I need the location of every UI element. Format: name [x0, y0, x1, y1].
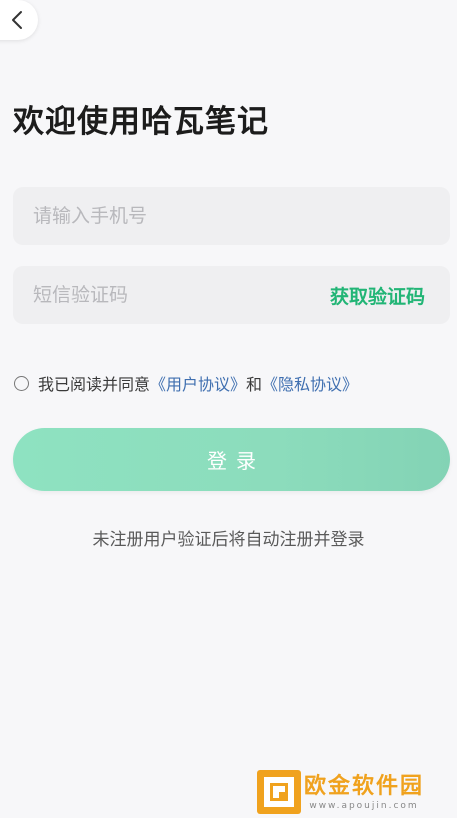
get-code-button[interactable]: 获取验证码 — [330, 282, 425, 309]
page-title: 欢迎使用哈瓦笔记 — [13, 104, 269, 140]
register-note: 未注册用户验证后将自动注册并登录 — [92, 530, 365, 550]
watermark-logo-icon — [257, 770, 301, 814]
privacy-policy-link[interactable]: 《隐私协议》 — [262, 371, 358, 395]
sms-code-field[interactable]: 获取验证码 — [13, 266, 450, 324]
back-button[interactable] — [0, 0, 38, 40]
sms-code-input[interactable] — [33, 284, 330, 306]
watermark: 欧金软件园 www.apoujin.com — [257, 770, 453, 814]
watermark-site: www.apoujin.com — [309, 800, 419, 811]
login-button[interactable]: 登录 — [13, 428, 450, 491]
agreement-row: 我已阅读并同意 《用户协议》 和 《隐私协议》 — [14, 372, 358, 394]
agreement-prefix: 我已阅读并同意 — [38, 375, 151, 394]
phone-input[interactable] — [33, 205, 430, 227]
watermark-name: 欧金软件园 — [304, 773, 425, 799]
agreement-radio[interactable] — [14, 375, 29, 391]
user-agreement-link[interactable]: 《用户协议》 — [150, 371, 246, 395]
chevron-left-icon — [10, 10, 24, 30]
agreement-connector: 和 — [246, 375, 263, 394]
phone-field[interactable] — [13, 187, 450, 245]
